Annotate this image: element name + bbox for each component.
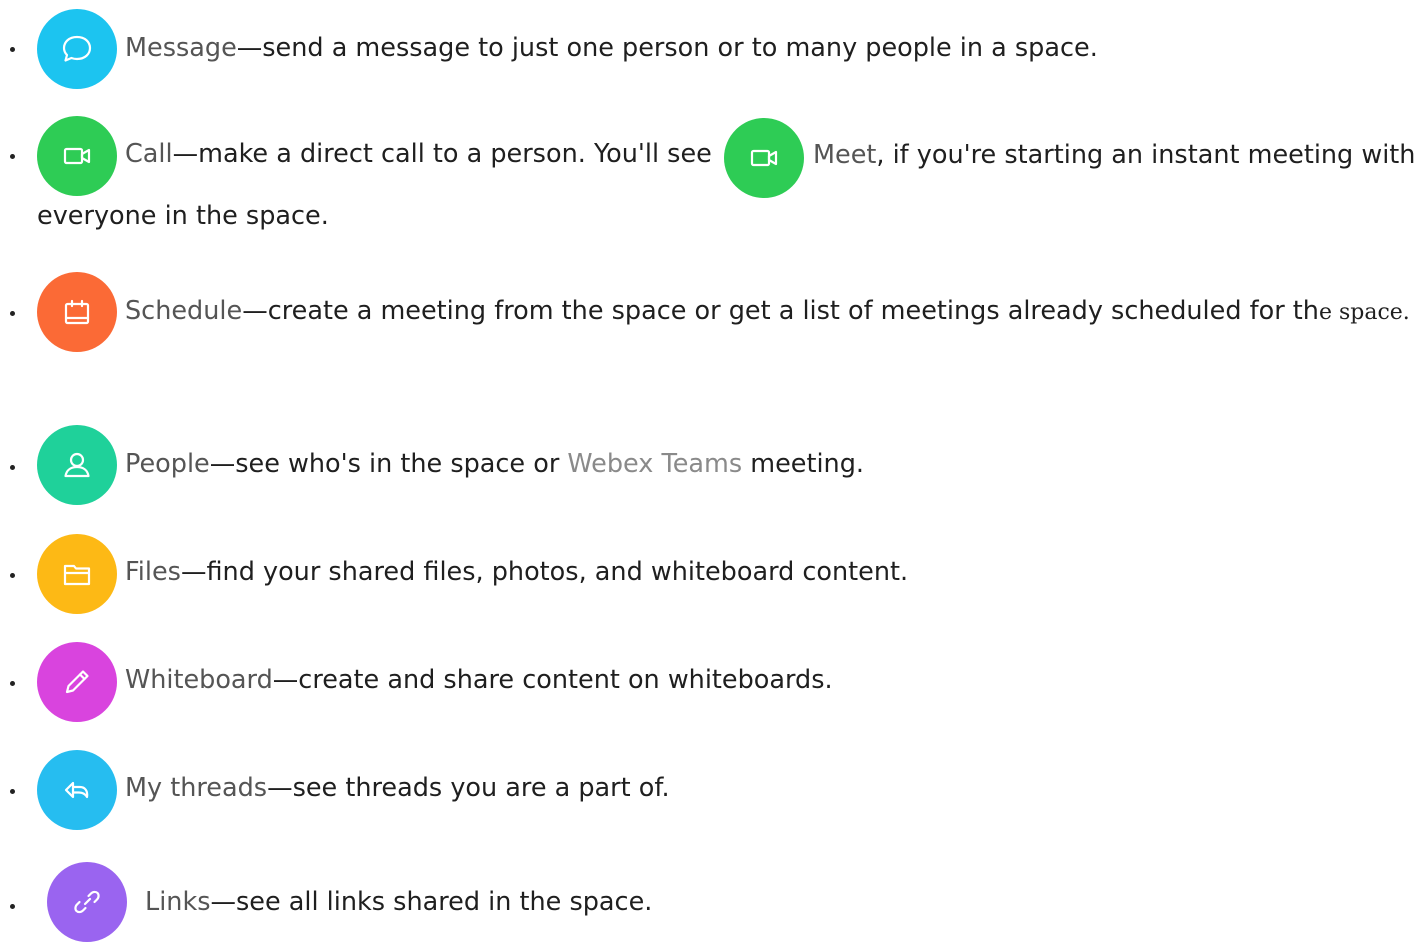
item-description: —see who's in the space or <box>209 449 568 479</box>
bullet <box>10 904 15 909</box>
item-term-meet: Meet <box>813 140 877 170</box>
meet-button[interactable] <box>724 118 804 198</box>
calendar-icon <box>64 299 90 325</box>
link-icon <box>74 890 100 914</box>
bullet <box>10 681 15 686</box>
call-button[interactable] <box>37 116 117 196</box>
chat-bubble-icon <box>62 35 92 62</box>
files-button[interactable] <box>37 534 117 614</box>
item-description: —make a direct call to a person. You'll … <box>172 139 712 169</box>
video-camera-icon <box>750 149 778 167</box>
item-description-tail: e space. <box>1318 300 1410 325</box>
my-threads-button[interactable] <box>37 750 117 830</box>
item-term: Message <box>125 33 237 63</box>
schedule-button[interactable] <box>37 272 117 352</box>
item-text: Meet, if you're starting an instant meet… <box>813 140 1415 170</box>
item-text: Links—see all links shared in the space. <box>145 887 652 917</box>
item-term: People <box>125 449 210 479</box>
item-description: —find your shared files, photos, and whi… <box>180 557 909 587</box>
item-term: My threads <box>125 773 268 803</box>
item-text: My threads—see threads you are a part of… <box>125 773 670 803</box>
folder-icon <box>63 564 91 586</box>
links-button[interactable] <box>47 862 127 942</box>
item-term: Whiteboard <box>125 665 273 695</box>
item-term: Call <box>125 139 173 169</box>
item-description: —see all links shared in the space. <box>210 887 653 917</box>
bullet <box>10 311 15 316</box>
item-text: People—see who's in the space or Webex T… <box>125 449 864 479</box>
video-camera-icon <box>63 147 91 165</box>
item-term: Links <box>145 887 211 917</box>
whiteboard-button[interactable] <box>37 642 117 722</box>
item-description: —create and share content on whiteboards… <box>272 665 833 695</box>
item-description: meeting. <box>742 449 865 479</box>
reply-arrow-icon <box>64 781 89 799</box>
item-term: Schedule <box>125 296 243 326</box>
item-text: Schedule—create a meeting from the space… <box>125 296 1410 328</box>
item-description: —send a message to just one person or to… <box>236 33 1098 63</box>
bullet <box>10 789 15 794</box>
item-term: Files <box>125 557 181 587</box>
item-description-continued: everyone in the space. <box>37 201 329 231</box>
bullet <box>10 465 15 470</box>
bullet <box>10 573 15 578</box>
item-description: —see threads you are a part of. <box>267 773 670 803</box>
item-text: Message—send a message to just one perso… <box>125 33 1098 63</box>
item-description: —create a meeting from the space or get … <box>242 296 1319 326</box>
webex-teams-link[interactable]: Webex Teams <box>567 449 742 479</box>
bullet <box>10 47 15 52</box>
message-button[interactable] <box>37 9 117 89</box>
item-description: , if you're starting an instant meeting … <box>876 140 1416 170</box>
item-text: Files—find your shared files, photos, an… <box>125 557 908 587</box>
people-button[interactable] <box>37 425 117 505</box>
person-icon <box>64 452 90 478</box>
bullet <box>10 154 15 159</box>
item-text: Whiteboard—create and share content on w… <box>125 665 833 695</box>
pencil-icon <box>65 670 89 694</box>
item-text: Call—make a direct call to a person. You… <box>125 139 712 169</box>
